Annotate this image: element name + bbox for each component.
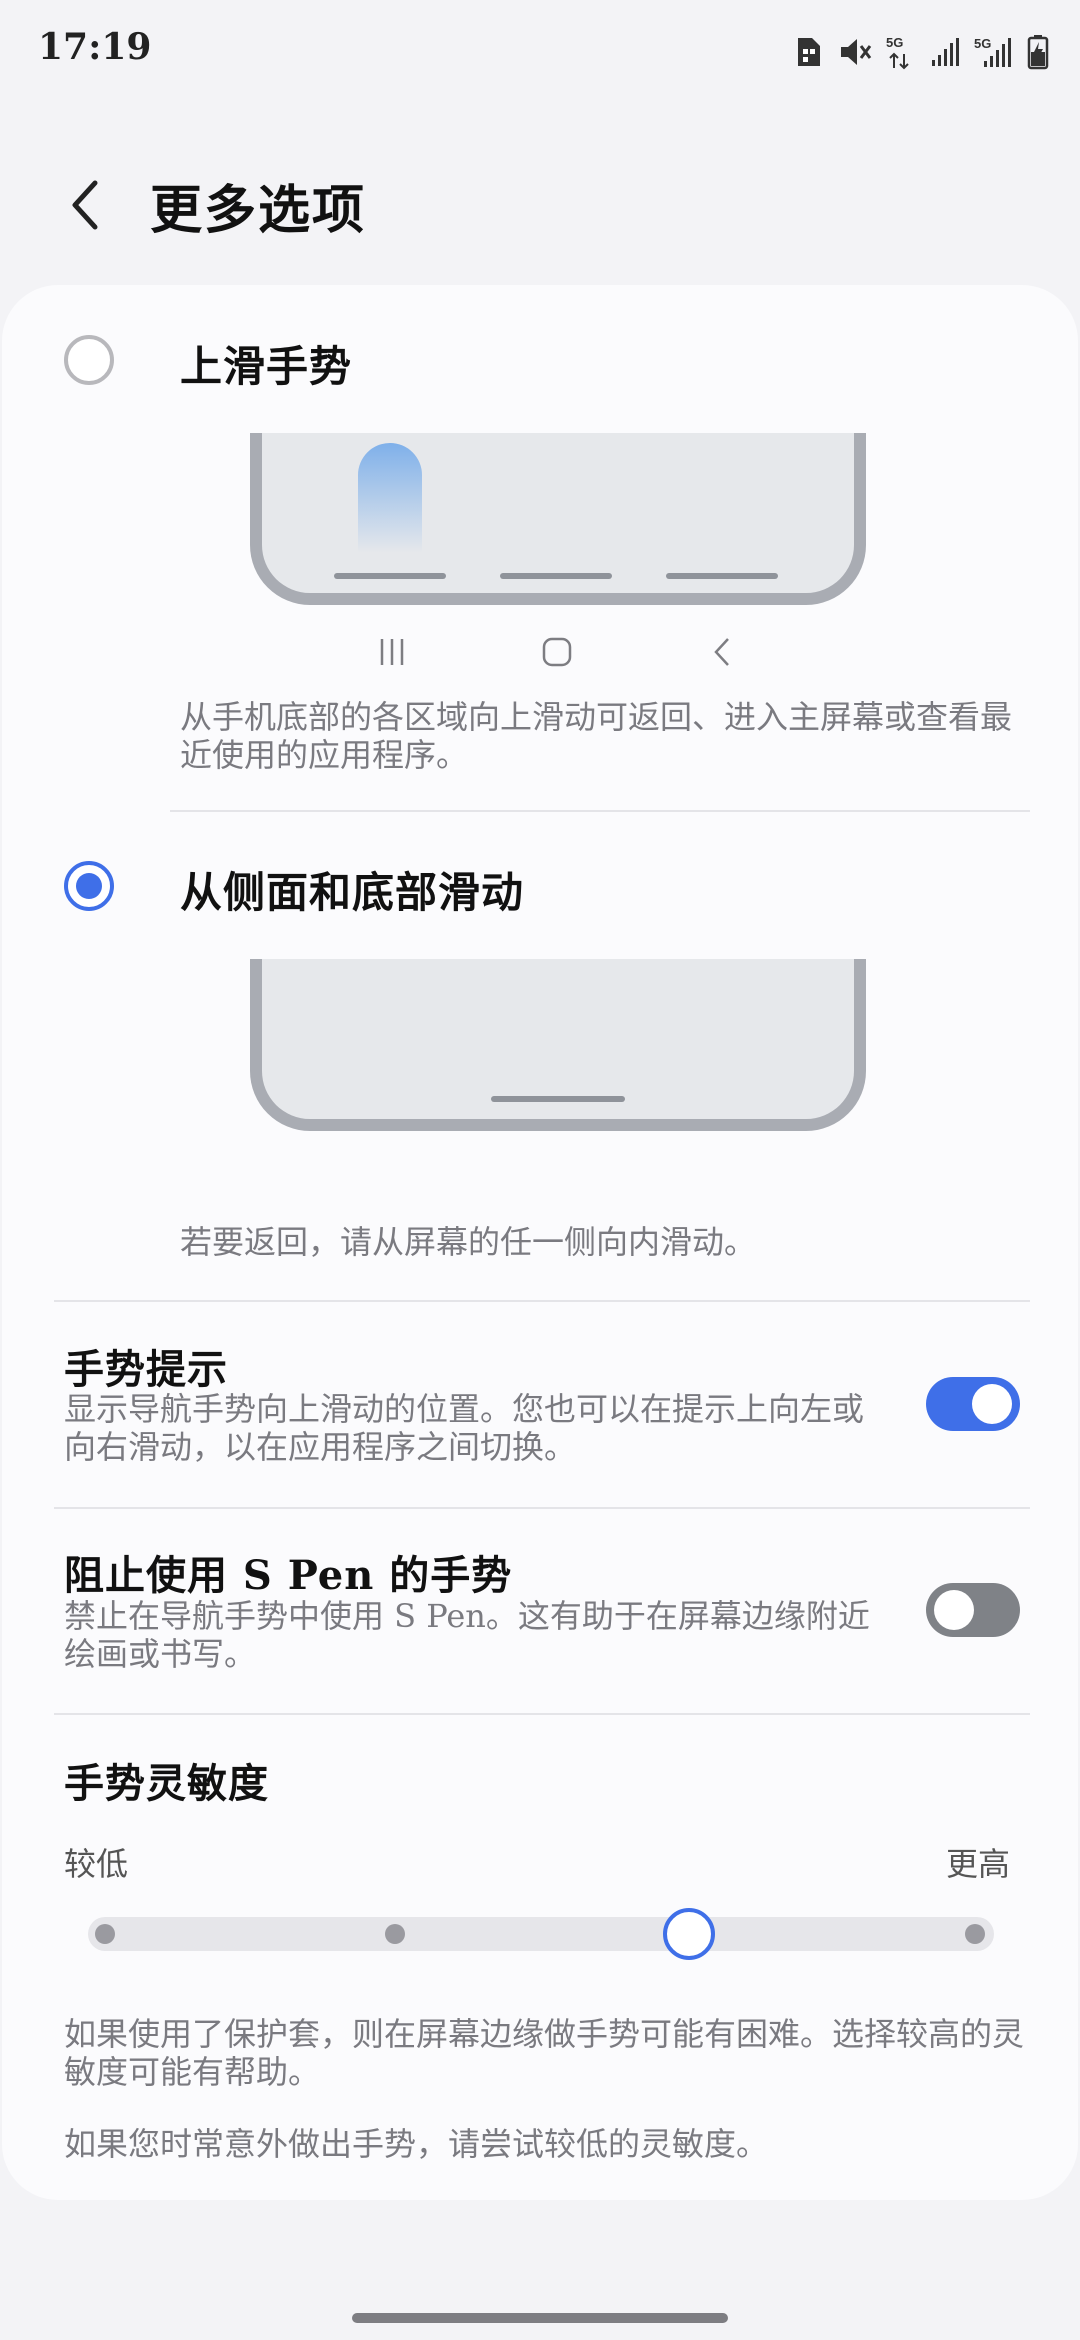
slider-step-4	[965, 1924, 985, 1944]
status-time: 17:19	[38, 26, 152, 68]
sim-card-icon	[798, 38, 820, 66]
status-bar: 17:19 5G 5G	[0, 0, 1080, 100]
battery-charging-icon	[1027, 35, 1049, 70]
back-button[interactable]	[50, 170, 120, 240]
side-bottom-illustration	[250, 959, 866, 1131]
home-icon	[542, 637, 572, 667]
slider-step-2	[385, 1924, 405, 1944]
gesture-hint-title: 手势提示	[64, 1346, 228, 1393]
net-label-2: 5G	[974, 36, 991, 51]
block-spen-toggle[interactable]	[926, 1583, 1020, 1637]
net-label-1: 5G	[886, 35, 903, 50]
5g-data-icon: 5G	[886, 35, 909, 70]
slider-step-1	[95, 1924, 115, 1944]
sensitivity-high-label: 更高	[946, 1845, 1011, 1883]
signal-icon	[932, 38, 959, 66]
side-bottom-description: 若要返回，请从屏幕的任一侧向内滑动。	[180, 1223, 757, 1261]
divider-3	[54, 1507, 1030, 1509]
gesture-bar	[491, 1096, 625, 1102]
divider-2	[54, 1300, 1030, 1302]
5g-signal-icon: 5G	[974, 36, 1011, 67]
option-side-bottom-label[interactable]: 从侧面和底部滑动	[180, 859, 524, 920]
slider-thumb[interactable]	[663, 1908, 715, 1960]
toggle-knob	[972, 1384, 1012, 1424]
mute-icon	[841, 39, 872, 65]
gesture-hint-toggle[interactable]	[926, 1377, 1020, 1431]
block-spen-subtitle: 禁止在导航手势中使用 S Pen。这有助于在屏幕边缘附近绘画或书写。	[64, 1597, 870, 1673]
toggle-knob	[934, 1590, 974, 1630]
sensitivity-title: 手势灵敏度	[64, 1760, 269, 1807]
sensitivity-slider[interactable]	[88, 1908, 994, 1960]
divider-4	[54, 1713, 1030, 1715]
page-title: 更多选项	[150, 180, 367, 241]
status-icons: 5G 5G	[794, 30, 1050, 74]
option-swipe-up-label[interactable]: 上滑手势	[180, 333, 352, 394]
swipe-up-description: 从手机底部的各区域向上滑动可返回、进入主屏幕或查看最近使用的应用程序。	[180, 698, 1013, 774]
chevron-left-icon	[72, 180, 98, 230]
nav-bar-line-2	[500, 573, 612, 579]
header: 更多选项	[0, 160, 1080, 250]
nav-bar-line-1	[334, 573, 446, 579]
swipe-up-illustration	[250, 433, 866, 605]
home-indicator[interactable]	[352, 2313, 728, 2323]
sensitivity-note-1: 如果使用了保护套，则在屏幕边缘做手势可能有困难。选择较高的灵敏度可能有帮助。	[64, 2015, 1025, 2091]
swipe-up-highlight	[358, 443, 422, 553]
divider-1	[170, 810, 1030, 812]
gesture-hint-subtitle: 显示导航手势向上滑动的位置。您也可以在提示上向左或向右滑动，以在应用程序之间切换…	[64, 1390, 865, 1466]
nav-bar-line-3	[666, 573, 778, 579]
sensitivity-note-2: 如果您时常意外做出手势，请尝试较低的灵敏度。	[64, 2125, 769, 2163]
options-card: 上滑手势 从手机底部的各区域向上滑动可返回、进入主屏幕或查看最近使用的应用程序。…	[2, 285, 1078, 2200]
back-icon	[714, 638, 729, 666]
sensitivity-low-label: 较低	[64, 1845, 129, 1883]
block-spen-title: 阻止使用 S Pen 的手势	[64, 1552, 513, 1599]
radio-swipe-up[interactable]	[64, 335, 114, 385]
recents-icon	[380, 639, 404, 665]
radio-side-bottom[interactable]	[64, 861, 114, 911]
